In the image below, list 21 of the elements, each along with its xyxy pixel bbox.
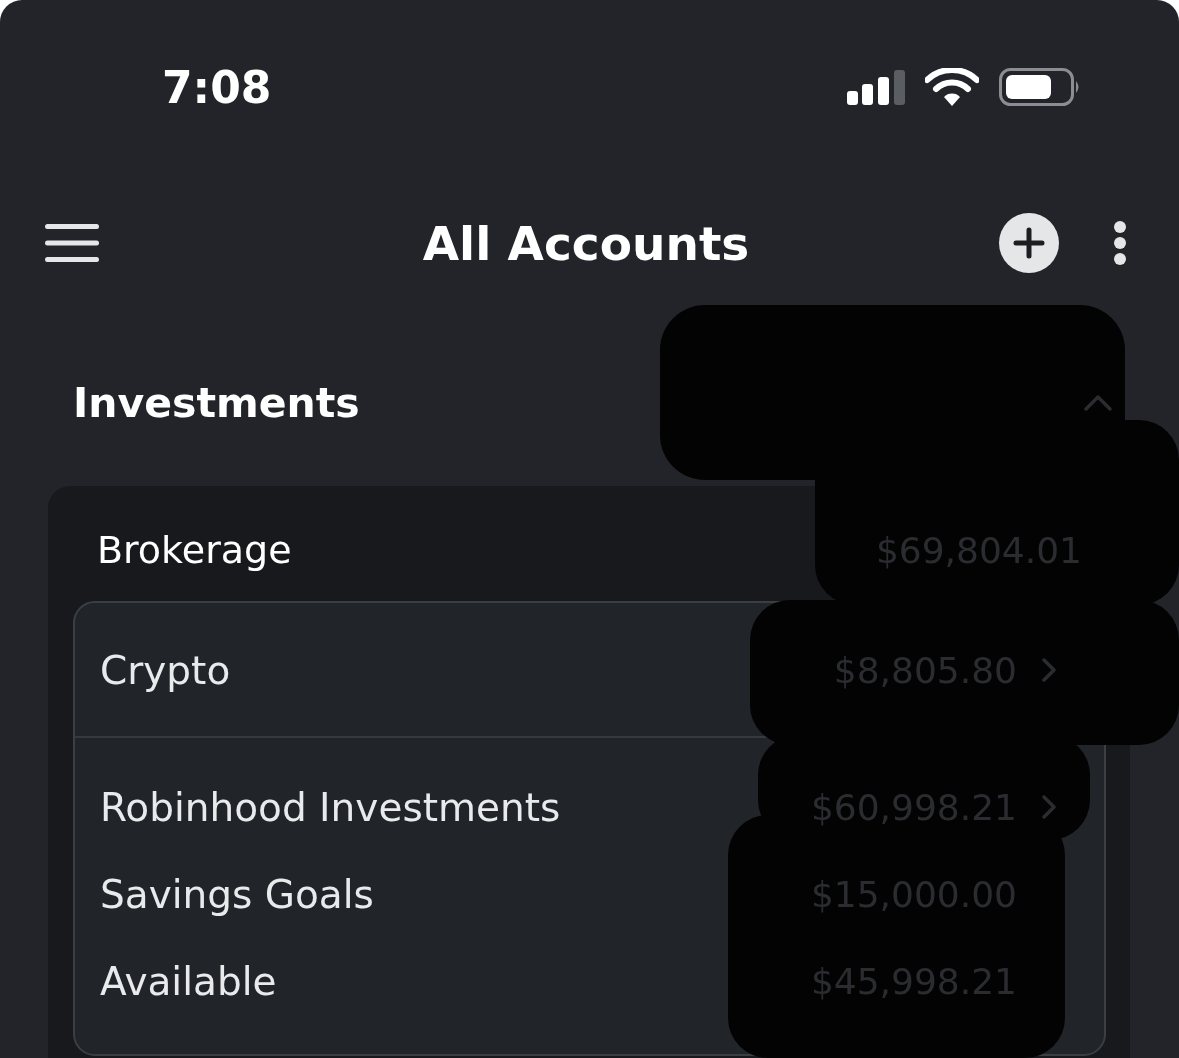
- collapse-toggle[interactable]: [1083, 394, 1113, 412]
- add-icon: [999, 213, 1059, 273]
- account-name[interactable]: Robinhood Investments: [100, 784, 561, 830]
- menu-button[interactable]: [45, 224, 99, 262]
- group-name: Brokerage: [97, 528, 292, 572]
- chevron-up-icon: [1083, 394, 1113, 412]
- screen-title: All Accounts: [422, 215, 750, 271]
- chevron-right-icon: [1042, 658, 1056, 682]
- section-title: Investments: [73, 379, 360, 427]
- chevron-right-icon: [1042, 795, 1056, 819]
- account-name[interactable]: Crypto: [100, 647, 231, 693]
- detail-label: Savings Goals: [100, 871, 374, 917]
- signal-icon: [847, 69, 905, 105]
- more-icon: [1113, 220, 1127, 266]
- wifi-icon: [925, 68, 979, 106]
- battery-icon: [999, 68, 1081, 106]
- detail-label: Available: [100, 958, 277, 1004]
- status-time: 7:08: [162, 61, 272, 113]
- menu-icon: [45, 224, 99, 262]
- add-button[interactable]: [999, 213, 1059, 273]
- more-button[interactable]: [1113, 220, 1127, 266]
